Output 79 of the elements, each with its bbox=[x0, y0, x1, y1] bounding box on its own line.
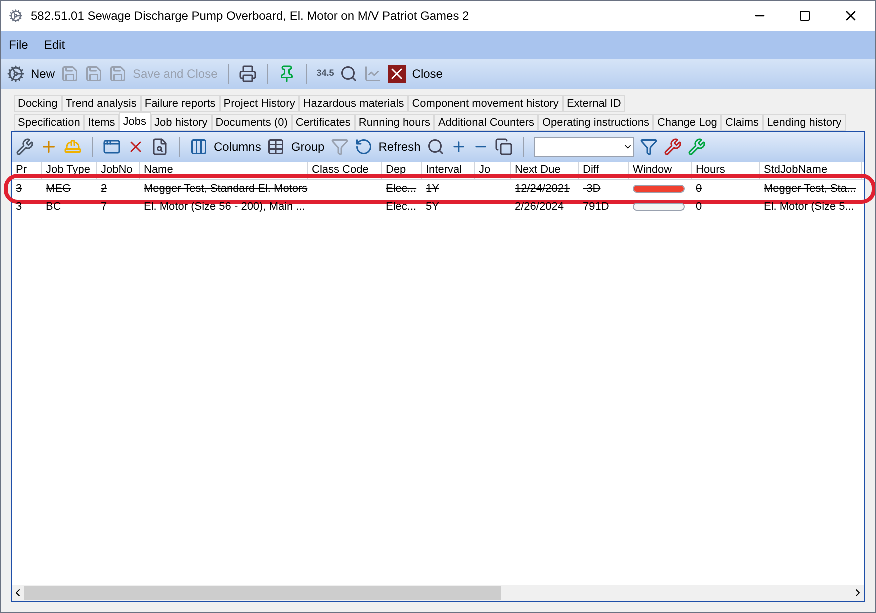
table-cell-text: -3D bbox=[583, 182, 601, 197]
table-cell-text: 7 bbox=[101, 200, 108, 215]
column-header[interactable]: Diff bbox=[579, 162, 629, 179]
column-header[interactable]: Job Type bbox=[42, 162, 97, 179]
table-cell-text: 0 bbox=[696, 200, 702, 215]
table-cell-text: 791D bbox=[583, 200, 610, 215]
grid-icon[interactable] bbox=[267, 138, 286, 156]
expand-icon[interactable] bbox=[450, 139, 467, 155]
column-header[interactable]: Next Due bbox=[511, 162, 579, 179]
search-icon[interactable] bbox=[426, 138, 445, 156]
window-icon[interactable] bbox=[103, 138, 121, 156]
tab[interactable]: Docking bbox=[14, 95, 62, 112]
printer-icon[interactable] bbox=[238, 65, 257, 83]
table-cell-text: El. Motor (Size 5... bbox=[764, 200, 854, 215]
tab[interactable]: External ID bbox=[562, 95, 626, 112]
tab[interactable]: Change Log bbox=[653, 114, 722, 131]
tab[interactable]: Component movement history bbox=[408, 95, 563, 112]
columns-icon[interactable] bbox=[190, 138, 208, 156]
tab[interactable]: Trend analysis bbox=[62, 95, 141, 112]
table-cell-text: 12/24/2021 bbox=[515, 182, 570, 197]
tab[interactable]: Lending history bbox=[763, 114, 846, 131]
table-cell-text: 2/26/2024 bbox=[515, 200, 564, 215]
tab[interactable]: Job history bbox=[150, 114, 212, 131]
wrench-play-icon[interactable] bbox=[688, 138, 706, 156]
window-title: 582.51.01 Sewage Discharge Pump Overboard, El. Motor on M/V Patriot Games 2 bbox=[31, 8, 470, 25]
column-header[interactable]: Pr bbox=[12, 162, 42, 179]
table-cell-text: Elec... bbox=[386, 200, 417, 215]
tab[interactable]: Failure reports bbox=[140, 95, 220, 112]
tab[interactable]: Certificates bbox=[292, 114, 355, 131]
copy-icon[interactable] bbox=[494, 138, 513, 156]
refresh-icon[interactable] bbox=[354, 138, 373, 156]
table-cell-text: 3 bbox=[16, 182, 22, 197]
zoom-value-button[interactable]: 34.5 bbox=[316, 67, 334, 81]
menu-item[interactable]: File bbox=[9, 37, 28, 53]
column-header[interactable]: Interval bbox=[422, 162, 475, 179]
search-icon[interactable] bbox=[340, 65, 358, 83]
close-icon[interactable] bbox=[388, 65, 406, 83]
tab[interactable]: Claims bbox=[721, 114, 764, 131]
column-header[interactable]: StdJobName bbox=[760, 162, 862, 179]
table-cell-text: BC bbox=[46, 200, 62, 215]
table-cell-text: 0 bbox=[696, 182, 702, 197]
column-header[interactable]: Class Code bbox=[308, 162, 382, 179]
column-header[interactable]: Hours bbox=[692, 162, 760, 179]
filter-save-icon[interactable] bbox=[640, 138, 658, 156]
wrench-plus-icon[interactable] bbox=[16, 138, 34, 156]
table-cell-text: 5Y bbox=[426, 200, 440, 215]
tab[interactable]: Operating instructions bbox=[538, 114, 654, 131]
column-header[interactable]: Name bbox=[140, 162, 308, 179]
tab[interactable]: Jobs bbox=[119, 112, 151, 131]
column-header[interactable]: JobNo bbox=[97, 162, 140, 179]
table-cell-text: Elec... bbox=[386, 182, 417, 197]
new-button[interactable]: New bbox=[31, 66, 56, 82]
wrench-stop-icon[interactable] bbox=[664, 138, 682, 156]
document-search-icon[interactable] bbox=[151, 138, 169, 156]
table-cell-text: Megger Test, Sta... bbox=[764, 182, 856, 197]
tab[interactable]: Specification bbox=[14, 114, 84, 131]
columns-button[interactable]: Columns bbox=[214, 139, 262, 155]
column-header[interactable]: Dep bbox=[382, 162, 422, 179]
table-cell-text: 2 bbox=[101, 182, 108, 197]
tab[interactable]: Items bbox=[84, 114, 120, 131]
column-header[interactable]: Jo bbox=[475, 162, 511, 179]
table-cell-text: 3 bbox=[16, 200, 22, 215]
tab[interactable]: Documents (0) bbox=[212, 114, 292, 131]
close-button[interactable]: Close bbox=[412, 66, 443, 82]
table-cell-text: El. Motor (Size 56 - 200), Main ... bbox=[144, 200, 306, 215]
horizontal-scrollbar[interactable] bbox=[12, 585, 864, 601]
table-cell-text: MEG bbox=[46, 182, 72, 197]
refresh-button[interactable]: Refresh bbox=[378, 139, 421, 155]
menu-item[interactable]: Edit bbox=[44, 37, 66, 53]
tab[interactable]: Running hours bbox=[354, 114, 434, 131]
table-cell-text: Megger Test, Standard El. Motors bbox=[144, 182, 308, 197]
dropdown-field[interactable] bbox=[534, 137, 634, 157]
column-header[interactable]: Window bbox=[629, 162, 692, 179]
tab[interactable]: Project History bbox=[220, 95, 300, 112]
group-button[interactable]: Group bbox=[291, 139, 325, 155]
tab[interactable]: Hazardous materials bbox=[299, 95, 408, 112]
table-cell-text: 1Y bbox=[426, 182, 440, 197]
tab[interactable]: Additional Counters bbox=[434, 114, 538, 131]
maximize-icon[interactable] bbox=[799, 10, 811, 22]
